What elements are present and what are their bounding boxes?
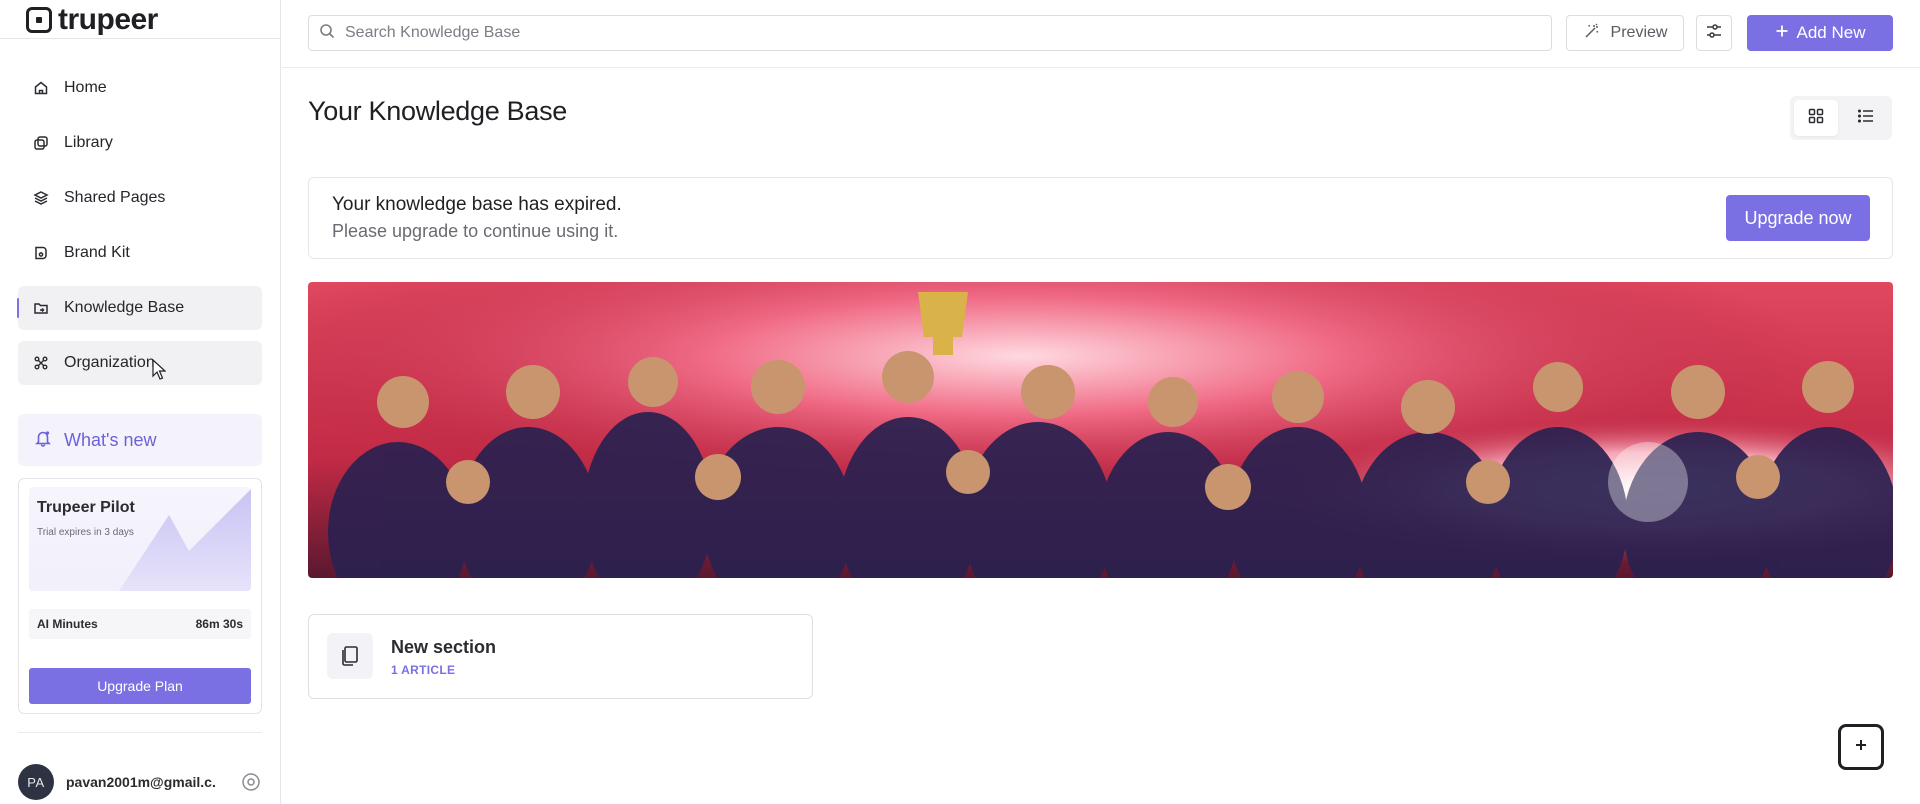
app-root: trupeer Home Library Shared Pages Brand … bbox=[0, 0, 1920, 804]
logo[interactable]: trupeer bbox=[26, 4, 158, 36]
settings-sliders-button[interactable] bbox=[1696, 15, 1732, 51]
sidebar-item-brand-kit[interactable]: Brand Kit bbox=[18, 231, 262, 275]
settings-icon[interactable] bbox=[240, 771, 262, 793]
plus-icon bbox=[1775, 23, 1789, 43]
sidebar-item-label: Brand Kit bbox=[64, 244, 130, 261]
magic-wand-icon bbox=[1583, 22, 1601, 45]
banner-title: Your knowledge base has expired. bbox=[332, 194, 622, 215]
mouse-cursor-icon bbox=[152, 358, 167, 386]
grid-view-button[interactable] bbox=[1794, 100, 1838, 136]
ai-minutes-label: AI Minutes bbox=[37, 617, 98, 631]
grid-icon bbox=[1807, 107, 1825, 130]
sidebar-item-label: Knowledge Base bbox=[64, 299, 185, 316]
preview-label: Preview bbox=[1610, 24, 1668, 41]
list-view-button[interactable] bbox=[1844, 100, 1888, 136]
expired-banner: Your knowledge base has expired. Please … bbox=[308, 177, 1893, 259]
library-icon bbox=[32, 134, 50, 152]
sidebar-item-label: Organization bbox=[64, 354, 155, 371]
search-box[interactable] bbox=[308, 15, 1552, 51]
user-email: pavan2001m@gmail.c... bbox=[66, 774, 216, 790]
ai-minutes-value: 86m 30s bbox=[195, 617, 243, 631]
upgrade-now-button[interactable]: Upgrade now bbox=[1726, 195, 1870, 241]
plus-sparkle-icon bbox=[1851, 735, 1871, 760]
search-icon bbox=[319, 23, 335, 44]
pilot-card: Trupeer Pilot Trial expires in 3 days AI… bbox=[18, 478, 262, 714]
hero-image bbox=[308, 282, 1893, 578]
whats-new-label: What's new bbox=[64, 429, 157, 450]
sidebar-item-organization[interactable]: Organization bbox=[18, 341, 262, 385]
logo-icon bbox=[26, 7, 52, 33]
sidebar: trupeer Home Library Shared Pages Brand … bbox=[0, 0, 281, 804]
floating-add-button[interactable] bbox=[1838, 724, 1884, 770]
document-icon bbox=[327, 633, 373, 679]
home-icon bbox=[32, 79, 50, 97]
logo-text: trupeer bbox=[58, 3, 158, 36]
user-profile[interactable]: PA pavan2001m@gmail.c... bbox=[18, 764, 262, 800]
add-new-label: Add New bbox=[1796, 23, 1866, 42]
folder-link-icon bbox=[32, 299, 50, 317]
sidebar-item-library[interactable]: Library bbox=[18, 121, 262, 165]
sidebar-item-label: Shared Pages bbox=[64, 189, 166, 206]
ai-minutes-row: AI Minutes 86m 30s bbox=[29, 609, 251, 639]
bell-icon bbox=[34, 429, 52, 452]
section-title: New section bbox=[391, 637, 497, 657]
brand-kit-icon bbox=[32, 244, 50, 262]
search-input[interactable] bbox=[345, 24, 1525, 42]
sliders-icon bbox=[1704, 21, 1724, 46]
organization-icon bbox=[32, 354, 50, 372]
sidebar-divider bbox=[0, 38, 281, 39]
pilot-title: Trupeer Pilot bbox=[37, 499, 135, 516]
sidebar-item-knowledge-base[interactable]: Knowledge Base bbox=[17, 286, 262, 330]
pilot-subtitle: Trial expires in 3 days bbox=[37, 527, 134, 538]
sidebar-item-label: Library bbox=[64, 134, 113, 151]
banner-subtitle: Please upgrade to continue using it. bbox=[332, 221, 619, 241]
sidebar-item-home[interactable]: Home bbox=[18, 66, 262, 110]
avatar: PA bbox=[18, 764, 54, 800]
whats-new-button[interactable]: What's new bbox=[18, 414, 262, 466]
page-title: Your Knowledge Base bbox=[308, 96, 568, 126]
user-divider bbox=[18, 732, 262, 733]
sidebar-item-shared-pages[interactable]: Shared Pages bbox=[18, 176, 262, 220]
upgrade-plan-button[interactable]: Upgrade Plan bbox=[29, 668, 251, 704]
layers-icon bbox=[32, 189, 50, 207]
list-icon bbox=[1857, 107, 1875, 130]
view-toggle bbox=[1790, 96, 1892, 140]
add-new-button[interactable]: Add New bbox=[1747, 15, 1893, 51]
sidebar-nav: Home Library Shared Pages Brand Kit Know… bbox=[17, 66, 262, 396]
preview-button[interactable]: Preview bbox=[1566, 15, 1684, 51]
sidebar-item-label: Home bbox=[64, 79, 107, 96]
section-card[interactable]: New section 1 ARTICLE bbox=[308, 614, 813, 699]
section-article-count: 1 ARTICLE bbox=[391, 663, 456, 677]
topbar: Preview Add New bbox=[282, 0, 1920, 68]
